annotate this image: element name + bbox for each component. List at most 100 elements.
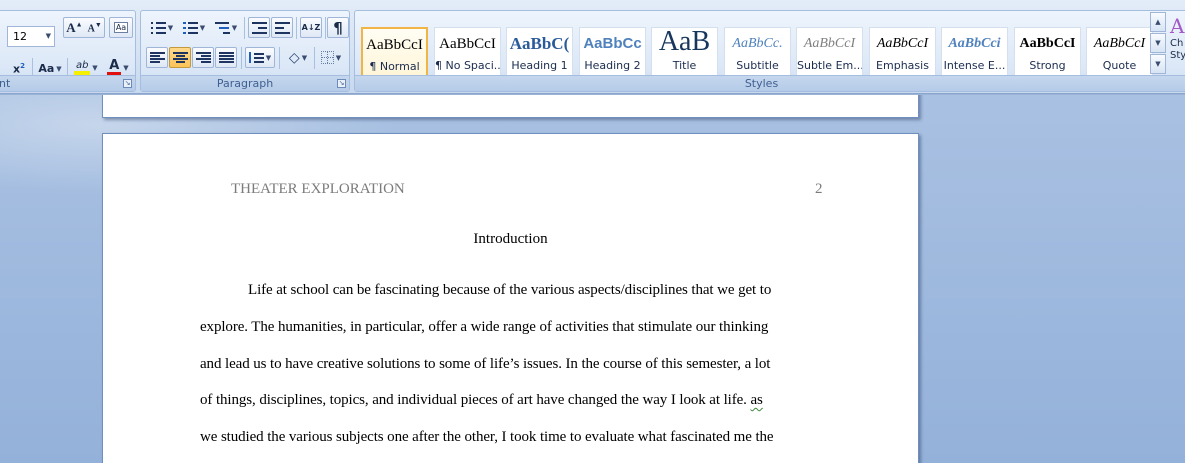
divider: [279, 47, 280, 69]
numbering-button[interactable]: ▼: [179, 17, 209, 38]
style-tile-2[interactable]: AaBbCcI ¶ No Spaci...: [434, 27, 501, 79]
style-tile-3[interactable]: AaBbC(Heading 1: [506, 27, 573, 79]
paragraph-dialog-launcher-icon[interactable]: ↘: [337, 79, 346, 88]
running-head: THEATER EXPLORATION: [231, 181, 405, 197]
line-spacing-button[interactable]: ▼: [245, 47, 275, 68]
font-color-icon: A: [107, 58, 122, 76]
bullets-icon: [150, 21, 166, 34]
increase-indent-button[interactable]: [271, 17, 293, 38]
paint-bucket-icon: ◇: [288, 49, 300, 66]
paragraph-group-label-text: Paragraph: [216, 77, 274, 90]
style-tile-7[interactable]: AaBbCcI Subtle Em...: [796, 27, 863, 79]
align-left-icon: [149, 51, 165, 64]
style-sample: AaBbC(: [509, 34, 570, 53]
page-number: 2: [815, 181, 823, 197]
change-styles-label-line2: Sty: [1170, 50, 1185, 61]
font-size-select[interactable]: 12 ▼: [7, 26, 55, 47]
style-tile-5[interactable]: AaB Title: [651, 27, 718, 79]
style-name: Title: [672, 59, 697, 72]
ribbon: 12 ▼ A▲ A▼ Aa x2 Aa ▼ ab ▼ A ▼ nt ↘ ▼ ▼ …: [0, 0, 1185, 94]
chevron-down-icon: ▼: [335, 53, 342, 62]
change-case-label: Aa: [38, 62, 55, 75]
change-styles-button[interactable]: A Ch Sty: [1170, 14, 1185, 74]
shrink-font-button[interactable]: A▼: [88, 21, 102, 34]
clear-formatting-button[interactable]: Aa: [109, 17, 133, 38]
chevron-down-icon: ▼: [45, 32, 51, 40]
divider: [241, 47, 242, 69]
align-right-button[interactable]: [192, 47, 214, 68]
numbering-icon: [182, 21, 198, 34]
font-color-label: A: [109, 58, 120, 73]
gallery-scroll-up-icon[interactable]: ▲: [1150, 12, 1166, 32]
style-name: ¶ No Spaci...: [435, 59, 501, 72]
section-heading: Introduction: [473, 231, 548, 247]
style-tile-9[interactable]: AaBbCci Intense E...: [941, 27, 1008, 79]
shading-button[interactable]: ◇ ▼: [283, 47, 313, 68]
style-tile-8[interactable]: AaBbCcI Emphasis: [869, 27, 936, 79]
decrease-indent-button[interactable]: [248, 17, 270, 38]
font-group-label-text: nt: [0, 77, 11, 90]
style-tile-4[interactable]: AaBbCc Heading 2: [579, 27, 646, 79]
chevron-down-icon: ▼: [167, 23, 174, 32]
justify-button[interactable]: [215, 47, 237, 68]
styles-group: AaBbCcI ¶ Normal AaBbCcI ¶ No Spaci... AaBbC…: [354, 10, 1185, 92]
style-tile-11[interactable]: AaBbCcI Quote: [1086, 27, 1153, 79]
grow-font-label: A: [66, 19, 76, 35]
style-sample: AaBbCcI: [1019, 36, 1076, 51]
change-styles-icon: A: [1170, 14, 1185, 38]
grow-shrink-font-buttons: A▲ A▼: [63, 17, 105, 38]
body-line-4: of things, disciplines, topics, and indi…: [200, 392, 763, 409]
borders-button[interactable]: ▼: [316, 47, 346, 68]
style-sample: AaB: [658, 27, 711, 57]
show-formatting-marks-button[interactable]: ¶: [327, 17, 349, 38]
paragraph-group: ▼ ▼ ▼ A↓Z ¶ ▼ ◇ ▼ ▼ Paragraph ↘: [140, 10, 350, 92]
current-page[interactable]: THEATER EXPLORATION 2 Introduction Life …: [102, 133, 919, 463]
font-size-value: 12: [13, 30, 27, 43]
gallery-scroll-down-icon[interactable]: ▼: [1150, 33, 1166, 53]
grow-font-button[interactable]: A▲: [66, 20, 82, 36]
style-name: Heading 2: [584, 59, 641, 72]
clear-formatting-icon: Aa: [113, 22, 129, 33]
style-tile-10[interactable]: AaBbCcI Strong: [1014, 27, 1081, 79]
previous-page[interactable]: [102, 95, 919, 118]
justify-icon: [218, 51, 234, 64]
font-group: 12 ▼ A▲ A▼ Aa x2 Aa ▼ ab ▼ A ▼ nt ↘: [0, 10, 136, 92]
style-sample: AaBbCcI: [1093, 36, 1146, 51]
align-center-button[interactable]: [169, 47, 191, 68]
paragraph-group-label: Paragraph: [141, 75, 349, 91]
multilevel-list-button[interactable]: ▼: [211, 17, 241, 38]
multilevel-list-icon: [214, 21, 230, 34]
highlight-label: ab: [76, 60, 89, 71]
chevron-down-icon: ▼: [265, 53, 272, 62]
document-area[interactable]: THEATER EXPLORATION 2 Introduction Life …: [0, 95, 1185, 463]
font-dialog-launcher-icon[interactable]: ↘: [123, 79, 132, 88]
chevron-down-icon: ▼: [199, 23, 206, 32]
increase-indent-icon: [274, 21, 290, 34]
style-name: Strong: [1029, 59, 1066, 72]
styles-group-label-text: Styles: [744, 77, 779, 90]
sort-button[interactable]: A↓Z: [300, 17, 322, 38]
chevron-down-icon: ▼: [301, 53, 308, 62]
style-tile-6[interactable]: AaBbCc. Subtitle: [724, 27, 791, 79]
align-left-button[interactable]: [146, 47, 168, 68]
style-sample: AaBbCc.: [732, 36, 783, 51]
style-name: Subtitle: [736, 59, 779, 72]
styles-group-label: Styles: [355, 75, 1185, 91]
body-line-3: and lead us to have creative solutions t…: [200, 356, 771, 372]
styles-gallery-scroll: ▲ ▼ ▼: [1150, 12, 1166, 74]
sort-icon: A↓Z: [301, 22, 321, 32]
shrink-font-label: A: [87, 23, 95, 35]
style-sample: AaBbCcI: [803, 36, 856, 51]
style-name: Intense E...: [943, 59, 1006, 72]
bullets-button[interactable]: ▼: [147, 17, 177, 38]
style-sample: AaBbCcI: [439, 36, 496, 52]
gallery-more-icon[interactable]: ▼: [1150, 54, 1166, 74]
grammar-flagged-word[interactable]: as: [750, 392, 762, 408]
divider: [314, 47, 315, 69]
style-sample: AaBbCcI: [876, 36, 929, 51]
chevron-down-icon: ▼: [56, 64, 62, 73]
change-styles-label-line1: Ch: [1170, 38, 1184, 49]
style-name: ¶ Normal: [369, 60, 420, 73]
style-tile-1[interactable]: AaBbCcI ¶ Normal: [361, 27, 428, 79]
divider: [244, 17, 245, 39]
